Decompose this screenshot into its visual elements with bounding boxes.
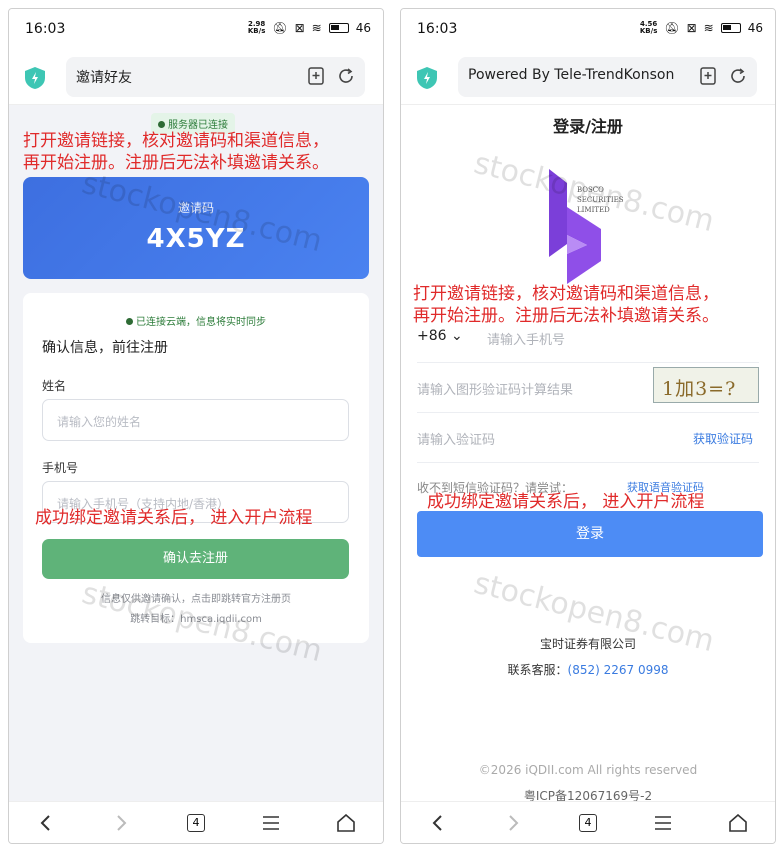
status-time: 16:03 <box>25 21 66 37</box>
shield-icon <box>25 67 45 89</box>
copyright: ©2026 iQDII.com All rights reserved <box>478 763 698 777</box>
url-field[interactable]: Powered By Tele-TrendKonson <box>458 57 757 97</box>
mute-bell-icon: 🔕︎ <box>664 21 680 35</box>
get-code-button[interactable]: 获取验证码 <box>693 430 753 447</box>
name-label: 姓名 <box>42 379 67 393</box>
captcha-row: 请输入图形验证码计算结果 1加3=? <box>417 363 759 413</box>
form-title: 确认信息，前往注册 <box>42 340 168 356</box>
refresh-icon[interactable] <box>337 67 355 85</box>
company-name: 宝时证券有限公司 <box>539 637 636 651</box>
home-icon[interactable] <box>331 808 361 838</box>
menu-icon[interactable] <box>256 808 286 838</box>
forward-icon[interactable] <box>106 808 136 838</box>
bosco-logo: BOSCO SECURITIES LIMITED <box>549 169 654 284</box>
battery-icon <box>328 23 349 33</box>
forward-icon[interactable] <box>498 808 528 838</box>
status-time: 16:03 <box>417 21 458 37</box>
battery-percent: 46 <box>355 21 371 35</box>
network-speed: 4.56 KB/s <box>639 20 658 35</box>
page-content: 登录/注册 BOSCO SECURITIES LIMITED stockopen8.… <box>401 105 775 801</box>
bookmark-add-icon[interactable] <box>699 67 717 85</box>
bookmark-add-icon[interactable] <box>307 67 325 85</box>
wifi-icon: ≋ <box>703 21 714 35</box>
mute-bell-icon: 🔕︎ <box>272 21 288 35</box>
sms-row: 请输入验证码 获取验证码 <box>417 413 759 463</box>
battery-percent: 46 <box>747 21 763 35</box>
url-field[interactable]: 邀请好友 <box>66 57 365 97</box>
invite-notice: 打开邀请链接，核对邀请码和渠道信息， 再开始注册。注册后无法补填邀请关系。 <box>23 131 329 173</box>
phone-left-screen: 16:03 2.98 KB/s 🔕︎ ⊠ ≋ 46 邀请好友 服务器已连接 打开邀… <box>8 8 384 844</box>
menu-icon[interactable] <box>648 808 678 838</box>
back-icon[interactable] <box>423 808 453 838</box>
address-bar: Powered By Tele-TrendKonson <box>401 51 775 105</box>
sms-code-input[interactable]: 请输入验证码 <box>417 429 495 448</box>
shield-icon <box>417 67 437 89</box>
info-note: 信息仅供邀请确认，点击即跳转官方注册页 <box>101 594 291 605</box>
network-speed: 2.98 KB/s <box>247 20 266 35</box>
back-icon[interactable] <box>31 808 61 838</box>
icp-number: 粤ICP备12067169号-2 <box>523 789 653 801</box>
phone-input[interactable]: 请输入手机号 <box>487 329 565 348</box>
phone-label: 手机号 <box>42 461 79 475</box>
status-bar: 16:03 4.56 KB/s 🔕︎ ⊠ ≋ 46 <box>401 9 775 51</box>
page-content: 服务器已连接 打开邀请链接，核对邀请码和渠道信息， 再开始注册。注册后无法补填邀请… <box>9 105 383 801</box>
home-icon[interactable] <box>723 808 753 838</box>
invite-notice: 打开邀请链接，核对邀请码和渠道信息， 再开始注册。注册后无法补填邀请关系。 <box>413 284 719 326</box>
service-line: 联系客服：(852) 2267 0998 <box>507 663 669 677</box>
phone-right-screen: 16:03 4.56 KB/s 🔕︎ ⊠ ≋ 46 Powered By Tele… <box>400 8 776 844</box>
refresh-icon[interactable] <box>729 67 747 85</box>
wifi-icon: ≋ <box>311 21 322 35</box>
bind-notice: 成功绑定邀请关系后， 进入开户流程 <box>35 508 313 528</box>
battery-icon <box>720 23 741 33</box>
address-bar: 邀请好友 <box>9 51 383 105</box>
bind-notice: 成功绑定邀请关系后， 进入开户流程 <box>427 492 705 512</box>
captcha-input[interactable]: 请输入图形验证码计算结果 <box>417 379 573 398</box>
invite-code-label: 邀请码 <box>177 201 214 215</box>
sync-status: 已连接云端，信息将实时同步 <box>23 313 369 328</box>
confirm-register-button[interactable]: 确认去注册 <box>42 539 349 579</box>
confirm-form-card: 已连接云端，信息将实时同步 确认信息，前往注册 姓名 请输入您的姓名 手机号 请… <box>23 293 369 643</box>
service-phone-link[interactable]: (852) 2267 0998 <box>568 663 669 677</box>
close-box-icon: ⊠ <box>686 21 697 35</box>
browser-nav-bar: 4 <box>9 801 383 843</box>
close-box-icon: ⊠ <box>294 21 305 35</box>
country-code-select[interactable]: +86 ⌄ <box>417 328 463 344</box>
browser-nav-bar: 4 <box>401 801 775 843</box>
status-bar: 16:03 2.98 KB/s 🔕︎ ⊠ ≋ 46 <box>9 9 383 51</box>
url-text: 邀请好友 <box>76 70 132 86</box>
name-input[interactable]: 请输入您的姓名 <box>42 399 349 441</box>
page-title: 登录/注册 <box>553 117 623 136</box>
url-text: Powered By Tele-TrendKonson <box>468 67 675 83</box>
tabs-icon[interactable]: 4 <box>181 808 211 838</box>
login-button[interactable]: 登录 <box>417 511 763 557</box>
invite-code-card: 邀请码 4X5YZ <box>23 177 369 279</box>
target-note: 跳转目标：hmsca.iqdii.com <box>130 614 262 625</box>
captcha-image[interactable]: 1加3=? <box>653 367 759 403</box>
invite-code-value: 4X5YZ <box>146 224 246 254</box>
tabs-icon[interactable]: 4 <box>573 808 603 838</box>
